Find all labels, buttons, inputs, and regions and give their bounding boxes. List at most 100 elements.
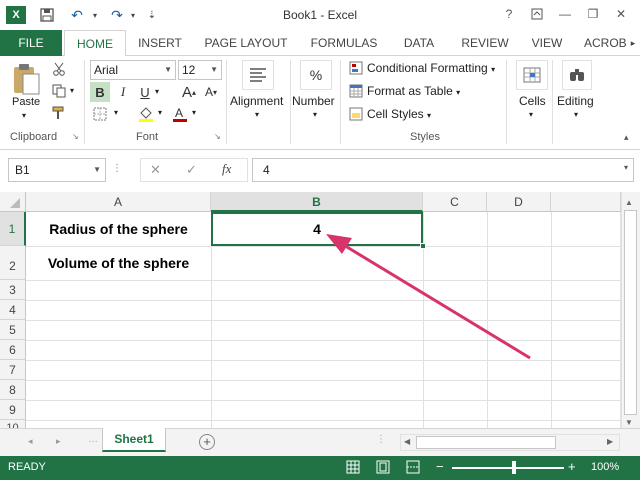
- enter-icon[interactable]: ✓: [186, 162, 197, 178]
- name-box-value: B1: [15, 163, 30, 177]
- italic-button[interactable]: I: [114, 82, 132, 102]
- paste-icon[interactable]: [8, 60, 44, 98]
- title-bar: X ↶ ▾ ↷ ▾ ⇣ Book1 - Excel ? — ❐ ✕: [0, 0, 640, 30]
- number-format-icon[interactable]: %: [300, 60, 332, 90]
- cell-styles-button[interactable]: Cell Styles ▾: [367, 107, 431, 121]
- format-as-table-icon[interactable]: [348, 83, 364, 99]
- worksheet-grid[interactable]: A B C D 1 2 3 4 5 6 7 8 9 10 Radius of t…: [0, 192, 640, 428]
- font-color-dropdown-icon[interactable]: ▾: [192, 108, 196, 117]
- normal-view-icon[interactable]: [346, 460, 362, 476]
- tab-formulas[interactable]: FORMULAS: [306, 30, 382, 56]
- editing-button[interactable]: Editing: [557, 94, 594, 108]
- group-divider: [226, 60, 227, 144]
- font-launcher-icon[interactable]: ↘: [214, 132, 221, 141]
- ribbon-display-options-icon[interactable]: [528, 5, 546, 23]
- fill-color-icon[interactable]: [136, 104, 156, 124]
- chevron-down-icon: ▾: [456, 88, 461, 97]
- shrink-font-button[interactable]: A ▾: [202, 82, 220, 102]
- alignment-icon[interactable]: [242, 60, 274, 90]
- expand-formula-bar-icon[interactable]: ▾: [624, 163, 628, 172]
- horizontal-scroll-thumb[interactable]: [416, 436, 556, 449]
- cell-styles-icon[interactable]: [348, 106, 364, 122]
- zoom-slider-track[interactable]: [452, 467, 564, 469]
- editing-dropdown-icon[interactable]: ▾: [574, 110, 578, 119]
- svg-text:A: A: [175, 106, 183, 120]
- fill-color-dropdown-icon[interactable]: ▾: [158, 108, 162, 117]
- close-button[interactable]: ✕: [612, 5, 630, 23]
- copy-icon[interactable]: [50, 82, 68, 100]
- conditional-formatting-button[interactable]: Conditional Formatting ▾: [367, 61, 495, 75]
- minimize-button[interactable]: —: [556, 5, 574, 23]
- name-box[interactable]: B1 ▼: [8, 158, 106, 182]
- cells-dropdown-icon[interactable]: ▾: [529, 110, 533, 119]
- conditional-formatting-icon[interactable]: [348, 60, 364, 76]
- tabs-scroll-right-icon[interactable]: ▸: [626, 30, 640, 56]
- number-button[interactable]: Number: [292, 94, 335, 108]
- tab-split-handle-icon[interactable]: ⋮: [376, 434, 386, 445]
- chevron-down-icon: ▼: [210, 65, 218, 74]
- cancel-icon[interactable]: ✕: [150, 162, 161, 178]
- cells-icon[interactable]: [516, 60, 548, 90]
- format-as-table-button[interactable]: Format as Table ▾: [367, 84, 460, 98]
- underline-button[interactable]: U: [136, 82, 154, 102]
- add-sheet-button[interactable]: +: [199, 434, 215, 450]
- sheet-more-icon[interactable]: …: [88, 434, 98, 445]
- zoom-out-button[interactable]: −: [436, 459, 444, 474]
- paste-dropdown-icon[interactable]: ▾: [22, 111, 26, 120]
- collapse-ribbon-icon[interactable]: ▴: [624, 132, 629, 143]
- font-name-combo[interactable]: Arial ▼: [90, 60, 176, 80]
- number-dropdown-icon[interactable]: ▾: [313, 110, 317, 119]
- formula-input[interactable]: 4: [252, 158, 634, 182]
- tab-acrobat[interactable]: ACROB: [584, 30, 626, 56]
- copy-dropdown-icon[interactable]: ▾: [70, 86, 74, 95]
- font-group-label: Font: [136, 131, 159, 143]
- sheet-tab-sheet1[interactable]: Sheet1: [102, 428, 166, 452]
- restore-button[interactable]: ❐: [584, 5, 602, 23]
- page-layout-view-icon[interactable]: [376, 460, 392, 476]
- bold-button[interactable]: B: [90, 82, 110, 102]
- annotation-arrow: [326, 234, 531, 360]
- group-divider: [84, 60, 85, 144]
- tab-insert[interactable]: INSERT: [132, 30, 188, 56]
- chevron-down-icon[interactable]: ▼: [93, 159, 101, 181]
- alignment-button[interactable]: Alignment: [230, 94, 283, 108]
- tab-view[interactable]: VIEW: [526, 30, 568, 56]
- zoom-slider-thumb[interactable]: [512, 461, 516, 474]
- borders-dropdown-icon[interactable]: ▾: [114, 108, 118, 117]
- cells-button[interactable]: Cells: [519, 94, 546, 108]
- zoom-level[interactable]: 100%: [591, 461, 619, 473]
- tab-file[interactable]: FILE: [0, 30, 62, 56]
- group-divider: [506, 60, 507, 144]
- font-name-value: Arial: [94, 63, 119, 77]
- alignment-dropdown-icon[interactable]: ▾: [255, 110, 259, 119]
- borders-icon[interactable]: [92, 106, 108, 122]
- status-mode: READY: [8, 461, 46, 473]
- format-painter-icon[interactable]: [50, 104, 68, 122]
- cut-icon[interactable]: [50, 60, 68, 78]
- scroll-left-icon[interactable]: ◀: [404, 437, 410, 446]
- help-button[interactable]: ?: [500, 5, 518, 23]
- insert-function-icon[interactable]: fx: [222, 161, 231, 177]
- sheet-scroll-left-icon[interactable]: ◂: [28, 436, 33, 447]
- paste-button-label[interactable]: Paste: [12, 96, 40, 108]
- tab-home[interactable]: HOME: [64, 30, 126, 57]
- font-size-combo[interactable]: 12 ▼: [178, 60, 222, 80]
- font-color-icon[interactable]: A: [170, 104, 190, 124]
- status-bar: READY − + 100%: [0, 456, 640, 480]
- binoculars-icon[interactable]: [562, 60, 592, 90]
- tab-review[interactable]: REVIEW: [454, 30, 516, 56]
- sheet-scroll-right-icon[interactable]: ▸: [56, 436, 61, 447]
- clipboard-group-label: Clipboard: [10, 131, 58, 143]
- tab-page-layout[interactable]: PAGE LAYOUT: [198, 30, 294, 56]
- scroll-right-icon[interactable]: ▶: [607, 437, 613, 446]
- group-divider: [290, 60, 291, 144]
- page-break-view-icon[interactable]: [406, 460, 422, 476]
- shrink-font-label: A: [204, 85, 213, 99]
- underline-dropdown-icon[interactable]: ▾: [155, 87, 159, 96]
- grow-font-button[interactable]: A ▴: [180, 82, 198, 102]
- cell-styles-label: Cell Styles: [367, 107, 424, 121]
- group-divider: [552, 60, 553, 144]
- zoom-in-button[interactable]: +: [568, 459, 576, 474]
- clipboard-launcher-icon[interactable]: ↘: [72, 132, 79, 141]
- tab-data[interactable]: DATA: [394, 30, 444, 56]
